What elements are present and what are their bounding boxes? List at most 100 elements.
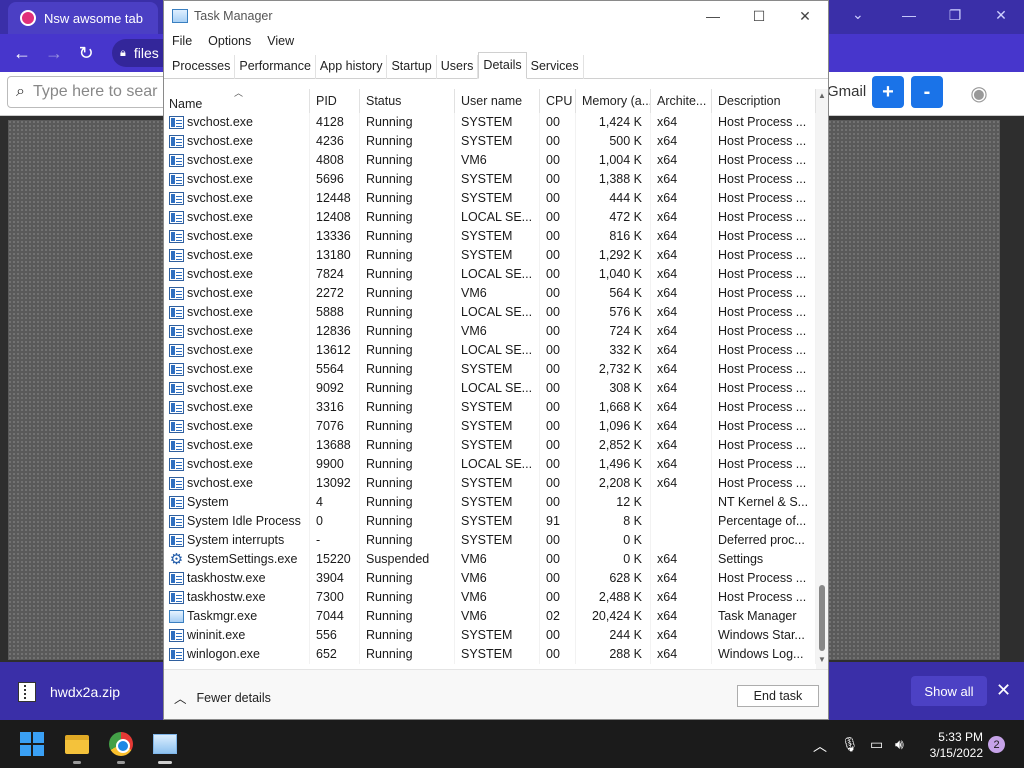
download-item[interactable]: hwdx2a.zip [18, 682, 120, 702]
tray-overflow-chevron-icon[interactable]: ︿ [813, 736, 827, 756]
task-manager-window-controls: — ☐ ✕ [690, 1, 828, 31]
table-row[interactable]: taskhostw.exe 7300 Running VM6 00 2,488 Kx64 H… [164, 588, 816, 607]
show-all-button[interactable]: Show all [911, 676, 987, 706]
table-row[interactable]: svchost.exe 4236 Running SYSTEM 00 500 Kx64 Ho… [164, 132, 816, 151]
column-header-pid[interactable]: PID [310, 89, 360, 113]
table-row[interactable]: System 4 Running SYSTEM 00 12 K NT Kernel & S.… [164, 493, 816, 512]
vertical-scrollbar[interactable]: ▲ ▼ [816, 89, 828, 669]
table-row[interactable]: svchost.exe 5888 Running LOCAL SE... 00 576 K… [164, 303, 816, 322]
table-row[interactable]: svchost.exe 12408 Running LOCAL SE... 00 472 … [164, 208, 816, 227]
table-row[interactable]: svchost.exe 13336 Running SYSTEM 00 816 Kx64 H… [164, 227, 816, 246]
table-row[interactable]: svchost.exe 13092 Running SYSTEM 00 2,208 Kx6… [164, 474, 816, 493]
memory-cell: 1,496 K [576, 455, 651, 474]
table-row[interactable]: svchost.exe 3316 Running SYSTEM 00 1,668 Kx64… [164, 398, 816, 417]
reload-icon[interactable]: ↻ [73, 40, 99, 66]
taskbar-clock[interactable]: 5:33 PM 3/15/2022 [925, 729, 983, 761]
table-row[interactable]: svchost.exe 12448 Running SYSTEM 00 444 Kx64 H… [164, 189, 816, 208]
table-row[interactable]: svchost.exe 13612 Running LOCAL SE... 00 332 … [164, 341, 816, 360]
tab-users[interactable]: Users [437, 55, 479, 79]
close-icon[interactable]: ✕ [782, 1, 828, 31]
table-row[interactable]: svchost.exe 7824 Running LOCAL SE... 00 1,040… [164, 265, 816, 284]
table-row[interactable]: svchost.exe 4128 Running SYSTEM 00 1,424 Kx64… [164, 113, 816, 132]
column-header-description[interactable]: Description [712, 89, 816, 113]
table-row[interactable]: ⚙ SystemSettings.exe 15220 Suspended VM6 00 0 … [164, 550, 816, 569]
eye-slash-icon[interactable]: ◉ [966, 80, 992, 106]
table-row[interactable]: svchost.exe 9092 Running LOCAL SE... 00 308 K… [164, 379, 816, 398]
table-row[interactable]: svchost.exe 12836 Running VM6 00 724 Kx64 Host… [164, 322, 816, 341]
maximize-icon[interactable]: ☐ [736, 1, 782, 31]
table-row[interactable]: svchost.exe 4808 Running VM6 00 1,004 Kx64 Hos… [164, 151, 816, 170]
tab-processes[interactable]: Processes [168, 55, 236, 79]
menu-file[interactable]: File [164, 32, 200, 52]
zoom-out-button[interactable]: - [911, 76, 943, 108]
close-download-bar-icon[interactable]: ✕ [996, 680, 1011, 701]
tab-performance[interactable]: Performance [235, 55, 316, 79]
scrollbar-thumb[interactable] [819, 585, 825, 651]
end-task-button[interactable]: End task [737, 685, 819, 707]
back-arrow-icon[interactable]: ← [9, 40, 35, 66]
zoom-in-button[interactable]: + [872, 76, 904, 108]
table-row[interactable]: svchost.exe 13180 Running SYSTEM 00 1,292 Kx6… [164, 246, 816, 265]
table-row[interactable]: svchost.exe 9900 Running LOCAL SE... 00 1,496… [164, 455, 816, 474]
name-cell: svchost.exe [164, 151, 310, 170]
memory-cell: 12 K [576, 493, 651, 512]
tab-startup[interactable]: Startup [387, 55, 437, 79]
table-row[interactable]: svchost.exe 13688 Running SYSTEM 00 2,852 Kx6… [164, 436, 816, 455]
status-cell: Running [360, 113, 455, 132]
browser-minimize-icon[interactable]: — [886, 0, 932, 30]
task-manager-app-icon [172, 9, 188, 23]
table-row[interactable]: svchost.exe 5564 Running SYSTEM 00 2,732 Kx64… [164, 360, 816, 379]
taskbar-chrome[interactable] [106, 729, 136, 764]
search-input[interactable]: ⌕ Type here to sear [7, 76, 177, 108]
taskbar-file-explorer[interactable] [62, 729, 92, 764]
column-header-user-name[interactable]: User name [455, 89, 540, 113]
process-name: svchost.exe [187, 229, 254, 243]
start-button[interactable] [17, 729, 47, 759]
table-row[interactable]: Taskmgr.exe 7044 Running VM6 02 20,424 Kx64 Ta… [164, 607, 816, 626]
column-header-architecture[interactable]: Archite... [651, 89, 712, 113]
browser-tab[interactable]: Nsw awsome tab [8, 2, 158, 34]
browser-close-icon[interactable]: ✕ [978, 0, 1024, 30]
process-icon [169, 249, 184, 262]
microphone-icon[interactable]: 🎙︎ [841, 736, 859, 753]
scroll-down-arrow-icon[interactable]: ▼ [818, 655, 826, 664]
tab-app-history[interactable]: App history [316, 55, 388, 79]
table-row[interactable]: svchost.exe 7076 Running SYSTEM 00 1,096 Kx64… [164, 417, 816, 436]
architecture-cell [651, 512, 712, 531]
cpu-cell: 00 [540, 493, 576, 512]
table-row[interactable]: winlogon.exe 652 Running SYSTEM 00 288 Kx64 Wi… [164, 645, 816, 664]
tab-search-chevron-icon[interactable]: ⌄ [852, 6, 864, 23]
name-cell: System Idle Process [164, 512, 310, 531]
minimize-icon[interactable]: — [690, 1, 736, 31]
pid-cell: 12408 [310, 208, 360, 227]
fewer-details-button[interactable]: ︿ Fewer details [174, 688, 271, 707]
table-row[interactable]: svchost.exe 2272 Running VM6 00 564 Kx64 Host … [164, 284, 816, 303]
browser-restore-icon[interactable]: ❐ [932, 0, 978, 30]
process-icon [169, 534, 184, 547]
name-cell: svchost.exe [164, 379, 310, 398]
description-cell: Host Process ... [712, 189, 816, 208]
menu-view[interactable]: View [259, 32, 302, 52]
notification-badge[interactable]: 2 [988, 736, 1005, 753]
scroll-up-arrow-icon[interactable]: ▲ [818, 91, 826, 100]
status-cell: Running [360, 132, 455, 151]
column-header-cpu[interactable]: CPU [540, 89, 576, 113]
table-row[interactable]: svchost.exe 5696 Running SYSTEM 00 1,388 Kx64… [164, 170, 816, 189]
table-row[interactable]: taskhostw.exe 3904 Running VM6 00 628 Kx64 Hos… [164, 569, 816, 588]
menu-options[interactable]: Options [200, 32, 259, 52]
table-row[interactable]: System Idle Process 0 Running SYSTEM 91 8 K Pe… [164, 512, 816, 531]
forward-arrow-icon[interactable]: → [41, 40, 67, 66]
network-icon[interactable]: ▭ [870, 736, 883, 753]
tab-services[interactable]: Services [527, 55, 584, 79]
table-row[interactable]: wininit.exe 556 Running SYSTEM 00 244 Kx64 Win… [164, 626, 816, 645]
user-name-cell: VM6 [455, 151, 540, 170]
architecture-cell [651, 493, 712, 512]
gmail-link[interactable]: Gmail [827, 83, 866, 100]
column-header-memory[interactable]: Memory (a... [576, 89, 651, 113]
tab-details[interactable]: Details [478, 52, 527, 79]
taskbar-task-manager[interactable] [150, 729, 180, 764]
volume-icon[interactable]: 🔊︎ [895, 736, 904, 753]
column-header-status[interactable]: Status [360, 89, 455, 113]
task-manager-icon [169, 610, 184, 623]
table-row[interactable]: System interrupts - Running SYSTEM 00 0 K Defe… [164, 531, 816, 550]
